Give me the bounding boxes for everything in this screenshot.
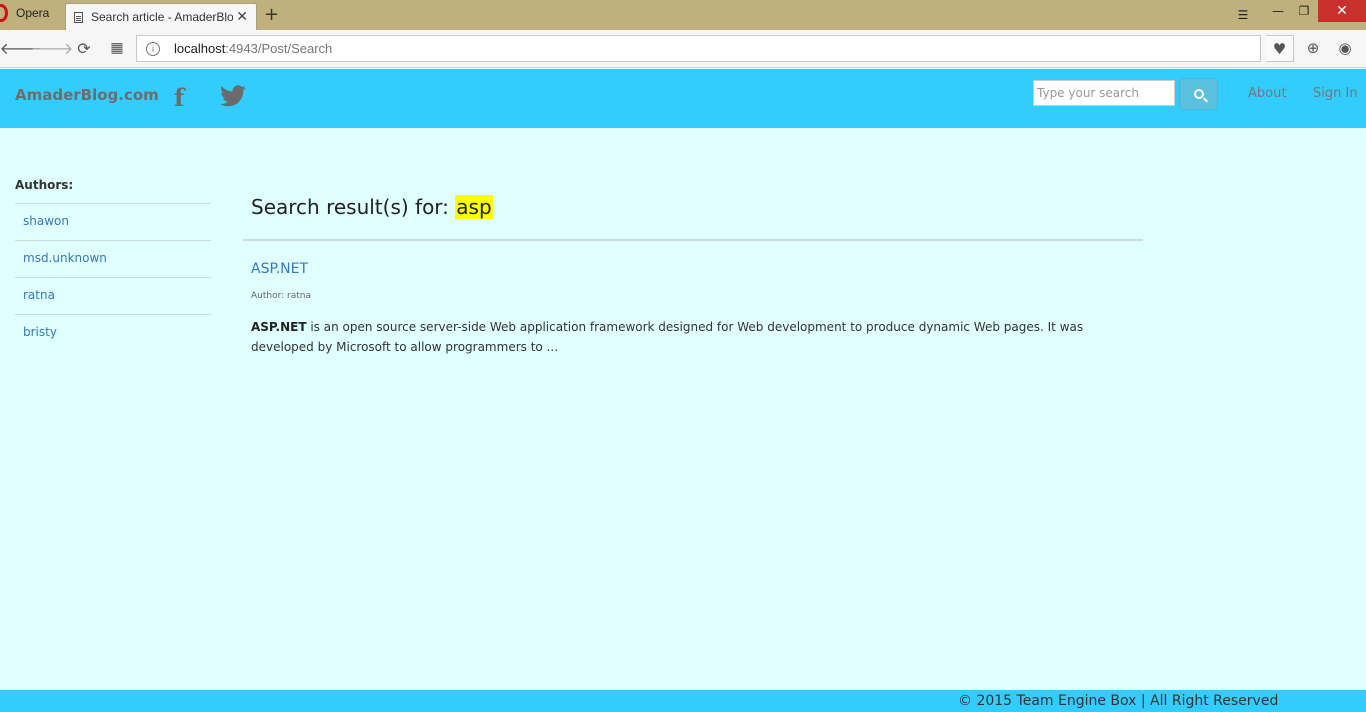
result-author: Author: ratna (251, 291, 311, 301)
twitter-icon[interactable] (220, 85, 246, 113)
browser-tab-active[interactable]: Search article - AmaderBlo ✕ (65, 3, 257, 30)
nav-sign-in-link[interactable]: Sign In (1313, 86, 1358, 101)
download-icon[interactable]: ⊕ (1302, 37, 1324, 59)
speed-dial-icon[interactable]: ▦ (107, 38, 127, 58)
search-query-highlight: asp (455, 195, 493, 219)
excerpt-text: is an open source server-side Web applic… (251, 320, 1084, 354)
authors-sidebar: Authors: shawon msd.unknown ratna bristy (15, 178, 211, 352)
excerpt-keyword: ASP.NET (251, 320, 307, 334)
author-link-shawon[interactable]: shawon (15, 204, 211, 241)
tab-title: Search article - AmaderBlo (91, 10, 233, 24)
browser-tab-strip: Opera Search article - AmaderBlo ✕ + ☰ —… (0, 0, 1366, 30)
address-bar[interactable]: i localhost:4943/Post/Search (136, 35, 1261, 62)
opera-menu-button[interactable]: Opera (0, 0, 62, 26)
heart-icon[interactable]: ♥ (1266, 35, 1294, 62)
search-results: Search result(s) for: asp ASP.NET Author… (243, 195, 1143, 357)
back-arrow-icon[interactable]: 🡐 (0, 38, 42, 58)
result-excerpt: ASP.NET is an open source server-side We… (251, 317, 1143, 357)
search-result-heading: Search result(s) for: asp (243, 195, 1143, 241)
url-host: localhost (174, 41, 226, 56)
site-info-icon[interactable]: i (146, 41, 160, 56)
author-link-ratna[interactable]: ratna (15, 278, 211, 315)
facebook-icon[interactable]: f (174, 83, 184, 112)
author-link-bristy[interactable]: bristy (15, 315, 211, 352)
minimize-button[interactable]: — (1268, 0, 1288, 22)
search-button[interactable] (1179, 78, 1218, 110)
close-window-button[interactable]: ✕ (1318, 0, 1366, 22)
page-icon (74, 11, 83, 23)
nav-about-link[interactable]: About (1248, 86, 1286, 101)
tab-menu-icon[interactable]: ☰ (1232, 4, 1254, 26)
author-link-msd-unknown[interactable]: msd.unknown (15, 241, 211, 278)
opera-logo-icon (0, 4, 8, 22)
brand-link[interactable]: AmaderBlog.com (15, 86, 159, 104)
restore-button[interactable]: ❐ (1294, 0, 1314, 22)
tab-close-icon[interactable]: ✕ (236, 8, 248, 25)
authors-heading: Authors: (15, 178, 211, 204)
browser-toolbar: 🡐 🡒 ⟳ ▦ i localhost:4943/Post/Search ♥ ⊕… (0, 30, 1366, 68)
heading-prefix: Search result(s) for: (251, 195, 456, 219)
result-title-link[interactable]: ASP.NET (251, 261, 1143, 277)
reload-icon[interactable]: ⟳ (74, 38, 94, 58)
search-input[interactable] (1033, 80, 1175, 106)
site-navbar: AmaderBlog.com f About Sign In (0, 69, 1366, 128)
footer-copyright: © 2015 Team Engine Box | All Right Reser… (958, 693, 1279, 709)
account-icon[interactable]: ◉ (1334, 37, 1356, 59)
forward-arrow-icon[interactable]: 🡒 (31, 38, 74, 58)
site-footer: © 2015 Team Engine Box | All Right Reser… (0, 690, 1366, 712)
new-tab-button[interactable]: + (264, 4, 279, 25)
search-icon (1193, 89, 1204, 99)
opera-menu-label: Opera (16, 6, 50, 20)
url-path: :4943/Post/Search (225, 41, 333, 56)
